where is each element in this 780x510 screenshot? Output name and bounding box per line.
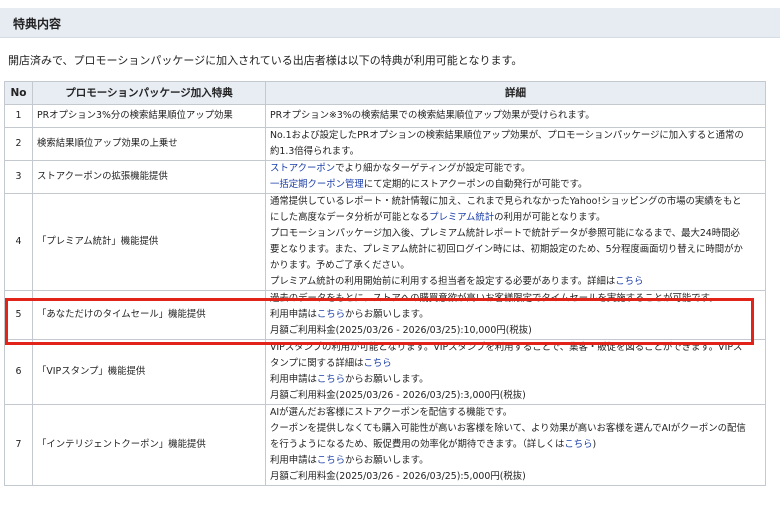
detail-text: 利用申請は: [270, 455, 317, 466]
intro-text: 開店済みで、プロモーションパッケージに加入されている出店者様は以下の特典が利用可…: [8, 54, 523, 67]
table-row: 7 「インテリジェントクーポン」機能提供 AIが選んだお客様にストアクーポンを配信す…: [4, 404, 766, 486]
detail-text: ): [592, 439, 597, 450]
row-number: 6: [4, 339, 33, 405]
benefit-name: 「プレミアム統計」機能提供: [32, 193, 266, 291]
detail-line: 利用申請はこちらからお願いします。: [270, 307, 761, 323]
table-row: 6 「VIPスタンプ」機能提供 VIPスタンプの利用が可能となります。VIPスタンプ…: [4, 339, 766, 405]
benefit-name: 「あなただけのタイムセール」機能提供: [32, 290, 266, 340]
detail-link[interactable]: こちら: [317, 309, 345, 320]
detail-text: 月額ご利用料金(2025/03/26 - 2026/03/25):3,000円(…: [270, 390, 526, 401]
detail-link[interactable]: こちら: [317, 455, 345, 466]
table-row: 2 検索結果順位アップ効果の上乗せ No.1および設定したPRオプションの検索結果順…: [4, 127, 766, 161]
detail-text: 月額ご利用料金(2025/03/26 - 2026/03/25):5,000円(…: [270, 471, 526, 482]
detail-text: からお願いします。: [345, 309, 429, 320]
benefit-name: PRオプション3%分の検索結果順位アップ効果: [32, 104, 266, 128]
table-header-row: No プロモーションパッケージ加入特典 詳細: [4, 81, 766, 105]
benefit-detail: PRオプション※3%の検索結果での検索結果順位アップ効果が受けられます。: [265, 104, 766, 128]
detail-line: クーポンを提供しなくても購入可能性が高いお客様を除いて、より効果が高いお客様を選…: [270, 421, 761, 437]
detail-text: PRオプション※3%の検索結果での検索結果順位アップ効果が受けられます。: [270, 110, 595, 121]
detail-line: VIPスタンプの利用が可能となります。VIPスタンプを利用することで、集客・販促…: [270, 340, 761, 356]
detail-line: 月額ご利用料金(2025/03/26 - 2026/03/25):10,000円…: [270, 323, 761, 339]
table-row: 3 ストアクーポンの拡張機能提供 ストアクーポンでより細かなターゲティングが設定可能…: [4, 160, 766, 194]
row-number: 3: [4, 160, 33, 194]
detail-line: AIが選んだお客様にストアクーポンを配信する機能です。: [270, 405, 761, 421]
detail-text: 通常提供しているレポート・統計情報に加え、これまで見られなかったYahoo!ショ…: [270, 196, 742, 207]
detail-text: の利用が可能となります。: [494, 212, 606, 223]
detail-line: 要となります。また、プレミアム統計に初回ログイン時には、初期設定のため、5分程度…: [270, 242, 761, 258]
detail-line: 過去のデータをもとに、ストアへの購買意欲が高いお客様限定でタイムセールを実施する…: [270, 291, 761, 307]
detail-text: 利用申請は: [270, 309, 317, 320]
detail-line: ストアクーポンでより細かなターゲティングが設定可能です。: [270, 161, 761, 177]
detail-line: 約1.3倍得られます。: [270, 144, 761, 160]
header-benefit: プロモーションパッケージ加入特典: [32, 81, 266, 105]
detail-text: タンプに関する詳細は: [270, 358, 364, 369]
detail-line: 利用申請はこちらからお願いします。: [270, 372, 761, 388]
row-number: 1: [4, 104, 33, 128]
detail-line: PRオプション※3%の検索結果での検索結果順位アップ効果が受けられます。: [270, 108, 761, 124]
detail-text: 約1.3倍得られます。: [270, 146, 359, 157]
benefit-detail: 通常提供しているレポート・統計情報に加え、これまで見られなかったYahoo!ショ…: [265, 193, 766, 291]
detail-text: AIが選んだお客様にストアクーポンを配信する機能です。: [270, 407, 513, 418]
row-number: 4: [4, 193, 33, 291]
detail-text: からお願いします。: [345, 455, 429, 466]
detail-link[interactable]: こちら: [615, 276, 643, 287]
benefit-detail: 過去のデータをもとに、ストアへの購買意欲が高いお客様限定でタイムセールを実施する…: [265, 290, 766, 340]
header-no: No: [4, 81, 33, 105]
detail-link[interactable]: こちら: [363, 358, 391, 369]
detail-line: プレミアム統計の利用開始前に利用する担当者を設定する必要があります。詳細はこちら: [270, 274, 761, 290]
detail-line: プロモーションパッケージ加入後、プレミアム統計レポートで統計データが参照可能にな…: [270, 226, 761, 242]
detail-link[interactable]: プレミアム統計: [429, 212, 494, 223]
detail-line: かります。予めご了承ください。: [270, 258, 761, 274]
detail-text: VIPスタンプの利用が可能となります。VIPスタンプを利用することで、集客・販促…: [270, 342, 743, 353]
detail-line: 利用申請はこちらからお願いします。: [270, 453, 761, 469]
detail-link[interactable]: 一括定期クーポン管理: [270, 179, 364, 190]
benefits-table: No プロモーションパッケージ加入特典 詳細 1 PRオプション3%分の検索結果順…: [4, 81, 766, 486]
detail-line: No.1および設定したPRオプションの検索結果順位アップ効果が、プロモーションパ…: [270, 128, 761, 144]
detail-text: プロモーションパッケージ加入後、プレミアム統計レポートで統計データが参照可能にな…: [270, 228, 740, 239]
row-number: 5: [4, 290, 33, 340]
detail-text: プレミアム統計の利用開始前に利用する担当者を設定する必要があります。詳細は: [270, 276, 616, 287]
detail-link[interactable]: こちら: [317, 374, 345, 385]
detail-text: にて定期的にストアクーポンの自動発行が可能です。: [363, 179, 588, 190]
detail-text: クーポンを提供しなくても購入可能性が高いお客様を除いて、より効果が高いお客様を選…: [270, 423, 746, 434]
detail-line: 一括定期クーポン管理にて定期的にストアクーポンの自動発行が可能です。: [270, 177, 761, 193]
row-number: 7: [4, 404, 33, 486]
detail-text: にした高度なデータ分析が可能となる: [270, 212, 430, 223]
detail-line: 月額ご利用料金(2025/03/26 - 2026/03/25):3,000円(…: [270, 388, 761, 404]
detail-text: を行うようになるため、販促費用の効率化が期待できます。（詳しくは: [270, 439, 565, 450]
table-row: 4 「プレミアム統計」機能提供 通常提供しているレポート・統計情報に加え、これまで見…: [4, 193, 766, 291]
detail-text: 過去のデータをもとに、ストアへの購買意欲が高いお客様限定でタイムセールを実施する…: [270, 293, 719, 304]
row-number: 2: [4, 127, 33, 161]
detail-link[interactable]: ストアクーポン: [270, 163, 335, 174]
benefit-name: ストアクーポンの拡張機能提供: [32, 160, 266, 194]
header-detail: 詳細: [265, 81, 766, 105]
benefit-detail: No.1および設定したPRオプションの検索結果順位アップ効果が、プロモーションパ…: [265, 127, 766, 161]
benefit-detail: ストアクーポンでより細かなターゲティングが設定可能です。 一括定期クーポン管理にて…: [265, 160, 766, 194]
benefit-name: 「VIPスタンプ」機能提供: [32, 339, 266, 405]
section-title: 特典内容: [13, 17, 62, 31]
benefit-name: 検索結果順位アップ効果の上乗せ: [32, 127, 266, 161]
detail-text: かります。予めご了承ください。: [270, 260, 410, 271]
detail-text: でより細かなターゲティングが設定可能です。: [335, 163, 531, 174]
detail-line: 月額ご利用料金(2025/03/26 - 2026/03/25):5,000円(…: [270, 469, 761, 485]
detail-text: 要となります。また、プレミアム統計に初回ログイン時には、初期設定のため、5分程度…: [270, 244, 743, 255]
detail-text: 月額ご利用料金(2025/03/26 - 2026/03/25):10,000円…: [270, 325, 532, 336]
benefit-name: 「インテリジェントクーポン」機能提供: [32, 404, 266, 486]
detail-line: 通常提供しているレポート・統計情報に加え、これまで見られなかったYahoo!ショ…: [270, 194, 761, 210]
detail-text: 利用申請は: [270, 374, 317, 385]
detail-link[interactable]: こちら: [564, 439, 592, 450]
detail-line: タンプに関する詳細はこちら: [270, 356, 761, 372]
table-row: 1 PRオプション3%分の検索結果順位アップ効果 PRオプション※3%の検索結果での…: [4, 104, 766, 128]
benefit-detail: AIが選んだお客様にストアクーポンを配信する機能です。クーポンを提供しなくても購…: [265, 404, 766, 486]
detail-line: にした高度なデータ分析が可能となるプレミアム統計の利用が可能となります。: [270, 210, 761, 226]
detail-text: No.1および設定したPRオプションの検索結果順位アップ効果が、プロモーションパ…: [270, 130, 744, 141]
section-header: 特典内容: [0, 8, 780, 38]
detail-text: からお願いします。: [345, 374, 429, 385]
benefit-detail: VIPスタンプの利用が可能となります。VIPスタンプを利用することで、集客・販促…: [265, 339, 766, 405]
table-row: 5 「あなただけのタイムセール」機能提供 過去のデータをもとに、ストアへの購買意欲が…: [4, 290, 766, 340]
detail-line: を行うようになるため、販促費用の効率化が期待できます。（詳しくはこちら): [270, 437, 761, 453]
